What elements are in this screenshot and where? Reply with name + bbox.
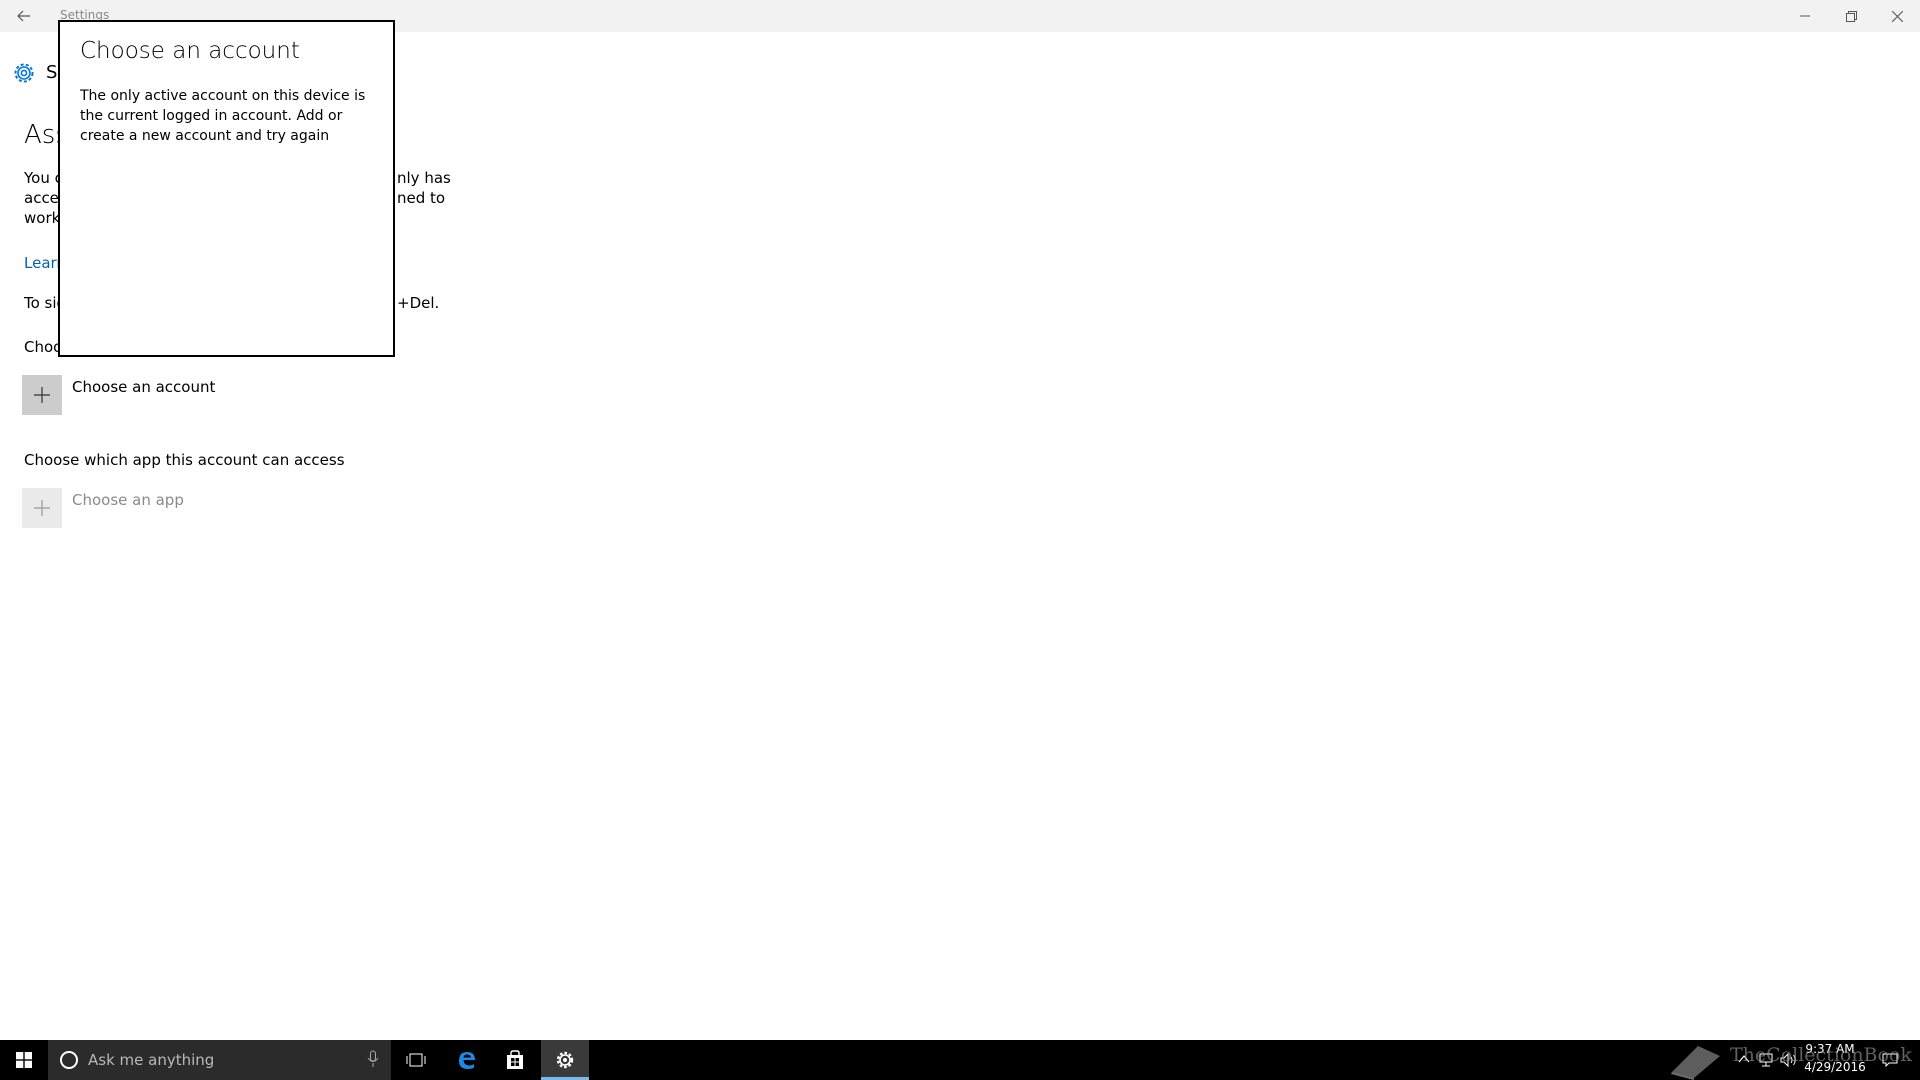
settings-taskbar-button[interactable] [541,1040,589,1080]
edge-icon [459,1052,475,1069]
gear-icon [556,1051,574,1069]
arrow-left-icon [17,10,30,22]
store-icon [507,1050,523,1069]
settings-header-icon [11,60,37,86]
signout-right: +Del. [397,294,440,312]
restore-icon [1845,10,1857,22]
minimize-button[interactable] [1782,0,1828,32]
flyout-title: Choose an account [80,38,300,64]
search-placeholder: Ask me anything [88,1051,215,1069]
task-view-button[interactable] [392,1040,440,1080]
choose-account-button[interactable]: Choose an account [22,375,215,415]
watermark-text: TheCollectionBook [1730,1044,1912,1066]
choose-app-label: Choose which app this account can access [24,451,345,469]
windows-logo-icon [16,1052,32,1068]
add-account-tile[interactable] [22,375,62,415]
close-icon [1891,10,1903,22]
choose-account-flyout: Choose an account The only active accoun… [58,20,395,357]
cortana-icon [58,1049,80,1071]
store-button[interactable] [491,1040,539,1080]
close-button[interactable] [1874,0,1920,32]
book-icon [1671,1046,1720,1080]
cortana-search-box[interactable]: Ask me anything [48,1040,391,1080]
task-view-icon [406,1053,426,1067]
restore-button[interactable] [1828,0,1874,32]
plus-icon [34,387,50,403]
gear-icon [14,63,34,83]
back-button[interactable] [8,0,40,32]
edge-button[interactable] [443,1040,491,1080]
choose-app-button-label: Choose an app [72,491,184,509]
choose-account-button-label: Choose an account [72,378,216,396]
choose-account-label: Choo [24,338,63,356]
start-button[interactable] [0,1040,48,1080]
add-app-tile[interactable] [22,488,62,528]
minimize-icon [1800,15,1810,17]
plus-icon [34,500,50,516]
choose-app-button[interactable]: Choose an app [22,488,184,528]
flyout-message: The only active account on this device i… [80,88,366,144]
microphone-icon[interactable] [367,1050,379,1068]
watermark: TheCollectionBook [1668,1040,1912,1080]
description-right: nly has ned to [397,169,451,207]
taskbar: Ask me anything 9:37 AM 4/29/2016 [0,1040,1920,1080]
